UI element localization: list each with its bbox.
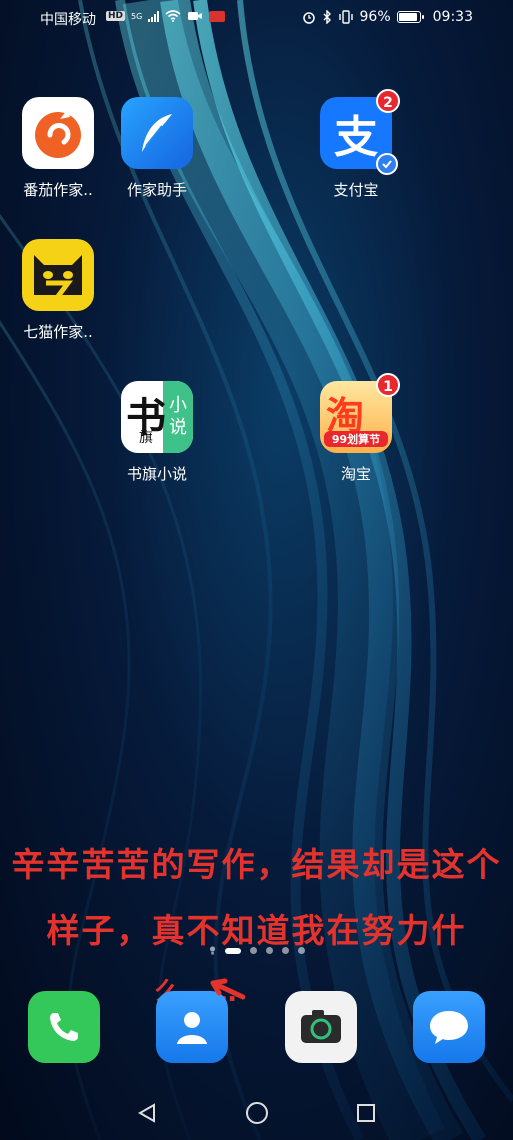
system-indicators: 96% 09:33: [302, 9, 473, 25]
5g-icon: 5G: [131, 11, 143, 21]
app-notification-icon: [209, 10, 226, 22]
arrow-annotation: [210, 978, 245, 1000]
alipay-icon: 支 2: [320, 89, 400, 175]
home-icon: [246, 1102, 268, 1124]
signal-icon: [148, 10, 160, 22]
phone-icon: [50, 1013, 78, 1041]
app-writer-assistant[interactable]: 作家助手: [107, 97, 207, 200]
messages-app[interactable]: [413, 991, 485, 1063]
hd-icon: HD: [106, 11, 126, 21]
app-alipay[interactable]: 支 2 支付宝: [306, 89, 406, 200]
writer-assistant-icon: [121, 97, 193, 169]
light-bulb-icon: [209, 946, 215, 955]
caption-line-2: 样子，真不知道我在努力什: [46, 911, 467, 950]
back-button[interactable]: [132, 1098, 162, 1128]
recents-icon: [357, 1104, 375, 1122]
bluetooth-icon: [323, 10, 331, 24]
status-bar: 中国移动 HD 5G 96% 09:33: [0, 0, 513, 34]
shuqi-side-tag: 小说: [163, 381, 193, 453]
back-icon: [137, 1103, 155, 1123]
app-label: 淘宝: [340, 465, 371, 483]
wifi-icon: [165, 10, 181, 22]
qimao-writer-icon: [22, 239, 94, 311]
app-label: 支付宝: [333, 181, 379, 199]
taobao-icon: 淘 99划算节 1: [320, 373, 400, 453]
messages-icon: [430, 1011, 468, 1044]
app-label: 作家助手: [126, 181, 187, 199]
app-shuqi-novel[interactable]: 小说 书 旗 书旗小说: [107, 381, 207, 484]
app-label: 书旗小说: [126, 465, 187, 483]
phone-app[interactable]: [28, 991, 100, 1063]
camera-icon: [301, 1010, 341, 1043]
video-recording-icon: [188, 12, 203, 20]
app-label: 七猫作家..: [23, 323, 93, 341]
alarm-icon: [302, 12, 315, 24]
camera-app[interactable]: [285, 991, 357, 1063]
app-taobao[interactable]: 淘 99划算节 1 淘宝: [306, 373, 406, 484]
network-indicators: HD 5G: [106, 10, 226, 22]
battery-percent: 96%: [359, 9, 391, 25]
page-dot-active: [224, 947, 241, 954]
alipay-glyph: 支: [334, 112, 378, 163]
contacts-icon: [177, 1012, 207, 1044]
clock: 09:33: [432, 9, 473, 25]
fanqie-writer-icon: [22, 97, 94, 169]
shuqi-icon: 小说 书 旗: [121, 381, 193, 453]
home-button[interactable]: [242, 1098, 272, 1128]
notification-badge: 2: [376, 89, 400, 113]
caption-line-1: 辛辛苦苦的写作，结果却是这个: [11, 845, 502, 884]
taobao-promo-tag: 99划算节: [324, 431, 388, 447]
vibrate-icon: [338, 10, 353, 24]
app-fanqie-writer[interactable]: 番茄作家..: [8, 97, 108, 200]
app-qimao-writer[interactable]: 七猫作家..: [8, 239, 108, 342]
navigation-bar: [0, 1094, 513, 1134]
carrier-name: 中国移动: [40, 12, 96, 28]
page-dot: [297, 947, 305, 954]
app-label: 番茄作家..: [23, 181, 93, 199]
recents-button[interactable]: [351, 1098, 381, 1128]
page-dot: [265, 947, 273, 954]
page-dot: [249, 947, 257, 954]
verified-check-icon: [376, 153, 398, 175]
battery-icon: [396, 11, 424, 23]
notification-badge: 1: [376, 373, 400, 397]
page-indicator[interactable]: [0, 946, 513, 955]
page-dot: [281, 947, 289, 954]
shuqi-sub-glyph: 旗: [139, 430, 153, 446]
